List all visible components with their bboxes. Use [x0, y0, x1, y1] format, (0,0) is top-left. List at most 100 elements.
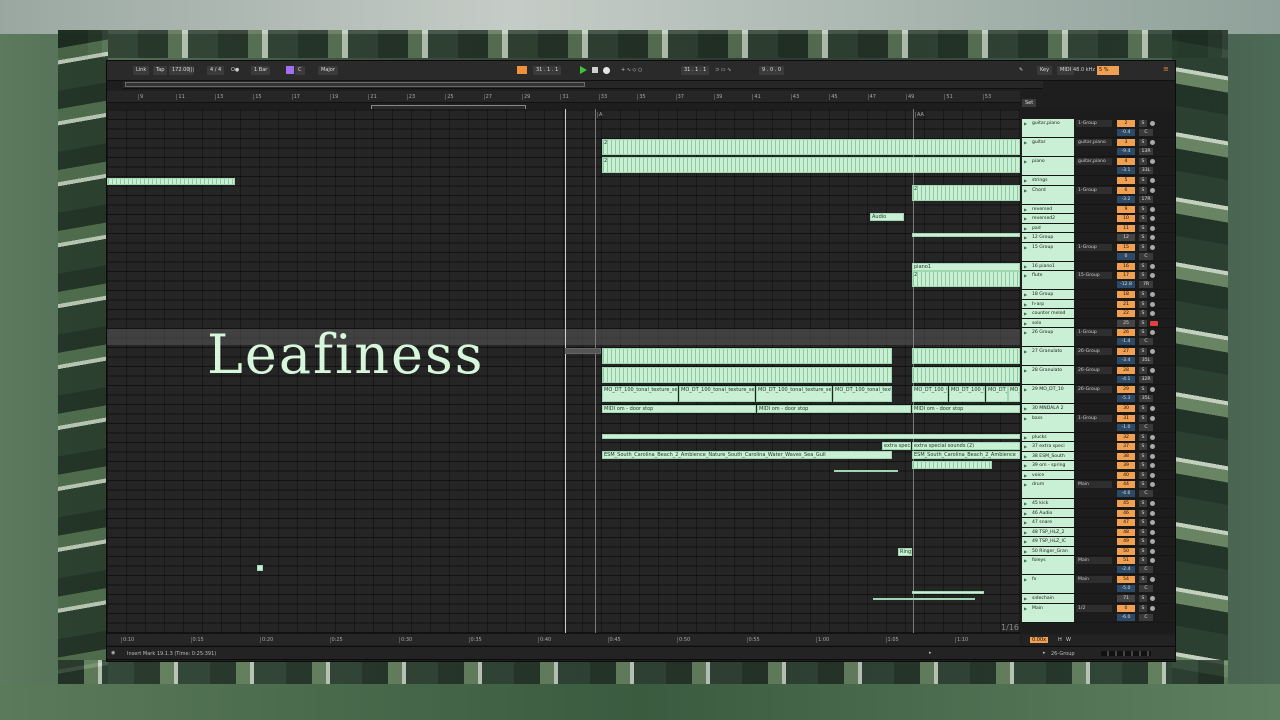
arm-button[interactable] — [1150, 558, 1155, 563]
clip-esm-beach[interactable]: ESM_South_Carolina_Beach_2_Ambience_Natu… — [602, 451, 892, 459]
track-name[interactable]: flute — [1022, 271, 1074, 289]
track-activator[interactable]: 71 — [1117, 595, 1135, 602]
play-small-icon[interactable]: ▸ — [929, 650, 932, 656]
solo-button[interactable]: S — [1139, 519, 1147, 526]
track-activator[interactable]: 30 — [1117, 405, 1135, 412]
arm-button[interactable] — [1150, 463, 1155, 468]
track-pan[interactable]: C — [1139, 613, 1153, 621]
track-name[interactable]: 29 MO_DT_10 — [1022, 385, 1074, 403]
clip-midi-door-stop[interactable]: MIDI om - door stop — [912, 405, 1020, 413]
clip-midi-door-stop[interactable]: MIDI om - door stop — [602, 405, 756, 413]
arm-button[interactable] — [1150, 453, 1155, 459]
track-name[interactable]: solo — [1022, 318, 1074, 327]
solo-button[interactable]: S — [1139, 177, 1147, 184]
track-name[interactable]: h-arp — [1022, 299, 1074, 308]
track-name[interactable]: drum — [1022, 480, 1074, 498]
track-volume[interactable]: -6.0 — [1117, 613, 1135, 621]
bar-ruler[interactable]: 9 11 13 15 17 19 21 23 25 27 29 31 33 35 37 39 41 43 45 47 4… — [107, 91, 1020, 103]
solo-button[interactable]: S — [1139, 300, 1147, 308]
track-volume[interactable]: -1.4 — [1117, 338, 1135, 345]
track-activator[interactable]: 26 — [1117, 329, 1135, 336]
clip[interactable]: 2 — [602, 139, 1020, 155]
solo-button[interactable]: S — [1139, 471, 1147, 479]
track-name[interactable]: 48 TSP_HLZ_2 — [1022, 527, 1074, 536]
solo-button[interactable]: S — [1139, 443, 1147, 450]
track-name[interactable]: 46 Audio — [1022, 508, 1074, 517]
arm-button[interactable] — [1150, 216, 1155, 221]
track-pan[interactable]: 17R — [1139, 195, 1153, 203]
clip-tonal-texture[interactable]: MO_DT_100_tonal_texture_se — [833, 386, 892, 402]
track-activator[interactable]: 39 — [1117, 462, 1135, 469]
clip[interactable] — [912, 591, 984, 594]
arm-button[interactable] — [1150, 605, 1155, 611]
key-select[interactable]: C — [295, 66, 305, 75]
track-name[interactable]: guitar,piano — [1022, 119, 1074, 137]
loop-punch-icon[interactable]: ⊃ ▭ ∿ — [715, 67, 731, 73]
track-header[interactable]: counter melod 22 S — [1022, 309, 1175, 319]
arm-button[interactable] — [1150, 349, 1155, 354]
track-pan[interactable]: 33L — [1139, 167, 1153, 174]
track-volume[interactable]: 0 — [1117, 252, 1135, 260]
clip-tonal-texture[interactable]: MO_DT_100_tonal_texture_se — [756, 386, 832, 402]
arm-button[interactable] — [1150, 548, 1155, 554]
solo-button[interactable]: S — [1139, 310, 1147, 317]
track-activator[interactable]: 10 — [1117, 215, 1135, 222]
arm-button[interactable] — [1150, 206, 1155, 212]
arm-button[interactable] — [1150, 320, 1158, 326]
track-header[interactable]: 50 Ringer_Gran 50 S — [1022, 546, 1175, 556]
time-signature-field[interactable]: 4 / 4 — [207, 66, 225, 75]
track-name[interactable]: fx — [1022, 575, 1074, 593]
track-header[interactable]: guitar,piano1-Group 2S -0.4 C — [1022, 119, 1175, 138]
metronome-toggle-icon[interactable]: O● — [231, 67, 239, 73]
track-activator[interactable]: 28 — [1117, 367, 1135, 374]
mixer-thumbnails[interactable] — [1101, 651, 1151, 656]
track-output-select[interactable]: 1-Group — [1076, 243, 1112, 251]
track-header[interactable]: 30 MNDALA 2 30 S — [1022, 404, 1175, 414]
solo-button[interactable]: S — [1139, 405, 1147, 412]
track-activator[interactable]: 3 — [1117, 139, 1135, 146]
track-activator[interactable]: 4 — [1117, 158, 1135, 165]
track-name[interactable]: foleys — [1022, 556, 1074, 574]
track-name[interactable]: 18 Group — [1022, 290, 1074, 299]
arm-button[interactable] — [1150, 292, 1155, 297]
time-ruler[interactable]: 0:10 0:15 0:20 0:25 0:30 0:35 0:40 0:45 0:50 0:55… — [107, 633, 1020, 645]
track-activator[interactable]: 18 — [1117, 291, 1135, 298]
track-header[interactable]: plucks 32 S — [1022, 432, 1175, 442]
track-activator[interactable]: 50 — [1117, 547, 1135, 555]
play-small-icon-2[interactable]: ▸ — [1043, 650, 1046, 656]
arm-button[interactable] — [1150, 539, 1155, 544]
solo-button[interactable]: S — [1139, 139, 1147, 146]
track-output-select[interactable]: Main — [1076, 557, 1112, 564]
link-button[interactable]: Link — [133, 66, 150, 75]
track-output-select[interactable]: 1-Group — [1076, 120, 1112, 127]
track-header[interactable]: 48 TSP_HLZ_2 48 S — [1022, 527, 1175, 537]
solo-button[interactable]: S — [1139, 243, 1147, 251]
solo-button[interactable]: S — [1139, 215, 1147, 222]
track-header[interactable]: strings 5S — [1022, 176, 1175, 186]
set-button[interactable]: Set — [1022, 99, 1037, 107]
clip[interactable] — [912, 367, 1020, 383]
clip[interactable] — [257, 565, 263, 571]
arm-button[interactable] — [1150, 501, 1155, 506]
track-activator[interactable]: 9 — [1117, 205, 1135, 213]
clip-extra-special-2[interactable]: extra special sounds (2) — [912, 442, 1020, 450]
track-name[interactable]: 38 ESM_South — [1022, 451, 1074, 460]
track-header[interactable]: reversed2 10 S — [1022, 214, 1175, 224]
track-name[interactable]: reversed2 — [1022, 214, 1074, 223]
track-activator[interactable]: 17 — [1117, 272, 1135, 279]
track-volume[interactable]: -5.0 — [1117, 585, 1135, 592]
track-name[interactable]: 16 piano1 — [1022, 261, 1074, 270]
track-name[interactable]: 47 snare — [1022, 518, 1074, 527]
track-activator[interactable]: 22 — [1117, 310, 1135, 317]
track-pan[interactable]: C — [1139, 423, 1153, 431]
track-header[interactable]: foleysMain 51 S -2.4 C — [1022, 556, 1175, 575]
track-name[interactable]: guitar — [1022, 138, 1074, 156]
clip[interactable] — [912, 461, 992, 469]
solo-button[interactable]: S — [1139, 348, 1147, 355]
track-name[interactable]: 45 kick — [1022, 499, 1074, 508]
track-header[interactable]: 28 Granulato26-Group 28 S -4.1 32R — [1022, 366, 1175, 385]
track-pan[interactable]: C — [1139, 252, 1153, 260]
solo-button[interactable]: S — [1139, 547, 1147, 555]
track-activator[interactable]: 46 — [1117, 509, 1135, 517]
locator-aa[interactable]: AA — [915, 112, 924, 118]
